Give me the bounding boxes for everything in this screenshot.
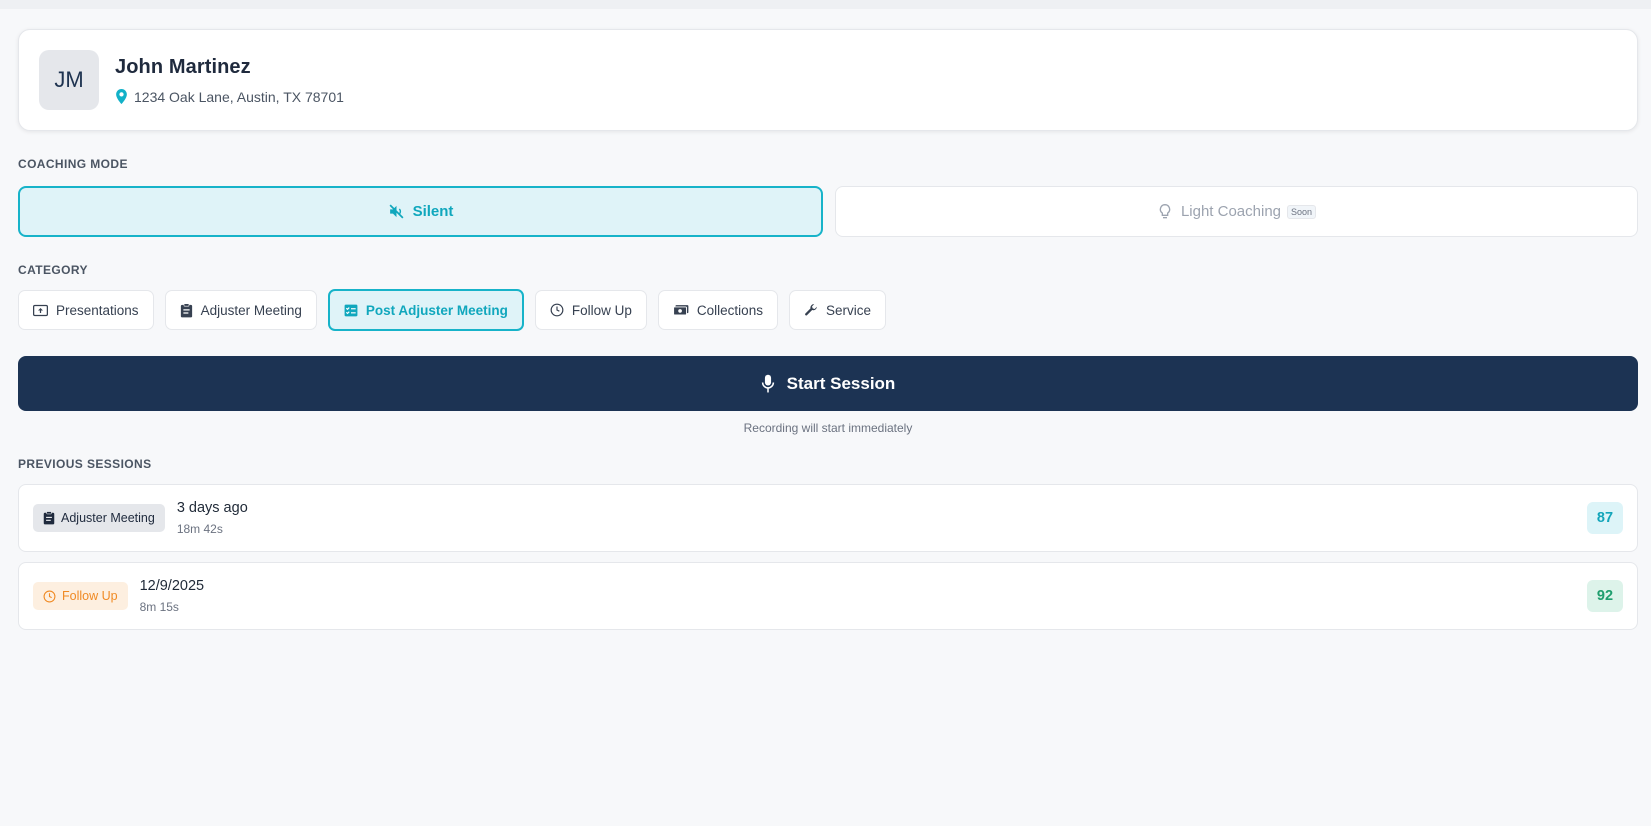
- session-duration: 18m 42s: [176, 522, 223, 536]
- clock-icon: [43, 590, 56, 602]
- session-meta: 3 days ago 18m 42s: [177, 500, 248, 536]
- session-when: 12/9/2025: [139, 578, 205, 594]
- session-category-tag: Follow Up: [33, 582, 128, 610]
- category-label-text: Follow Up: [571, 302, 632, 318]
- top-bar: [0, 0, 1651, 9]
- customer-info: John Martinez 1234 Oak Lane, Austin, TX …: [115, 56, 344, 105]
- coaching-mode-options: Silent Light Coaching Soon: [18, 186, 1638, 237]
- checklist-icon: [344, 304, 358, 316]
- wrench-icon: [805, 304, 817, 316]
- category-post-adjuster-meeting[interactable]: Post Adjuster Meeting: [327, 289, 524, 331]
- customer-card: JM John Martinez 1234 Oak Lane, Austin, …: [18, 29, 1638, 131]
- soon-badge: Soon: [1287, 204, 1317, 219]
- mode-option-label: Light Coaching: [1180, 203, 1282, 220]
- start-session-button[interactable]: Start Session: [18, 356, 1638, 411]
- presentation-icon: [33, 304, 48, 316]
- avatar: JM: [39, 50, 99, 110]
- category-service[interactable]: Service: [788, 290, 886, 330]
- session-score: 92: [1587, 580, 1623, 612]
- mode-option-light-coaching[interactable]: Light Coaching Soon: [835, 186, 1638, 237]
- session-score: 87: [1587, 502, 1623, 534]
- category-adjuster-meeting[interactable]: Adjuster Meeting: [164, 290, 317, 330]
- speaker-muted-icon: [389, 204, 404, 219]
- category-label-text: Service: [825, 302, 871, 318]
- previous-sessions-label: PREVIOUS SESSIONS: [18, 457, 152, 471]
- microphone-icon: [761, 374, 774, 392]
- clock-icon: [550, 303, 564, 317]
- session-setup-panel: JM John Martinez 1234 Oak Lane, Austin, …: [18, 29, 1638, 640]
- category-label-text: Post Adjuster Meeting: [365, 302, 508, 318]
- clipboard-icon: [180, 302, 192, 317]
- category-follow-up[interactable]: Follow Up: [534, 290, 647, 330]
- customer-address-row: 1234 Oak Lane, Austin, TX 78701: [115, 89, 344, 105]
- session-row[interactable]: Follow Up 12/9/2025 8m 15s 92: [18, 562, 1638, 630]
- category-label-text: Collections: [696, 302, 763, 318]
- session-category-label: Adjuster Meeting: [61, 511, 155, 525]
- map-pin-icon: [116, 89, 127, 104]
- session-category-tag: Adjuster Meeting: [33, 504, 165, 532]
- category-label-text: Presentations: [56, 302, 139, 318]
- category-presentations[interactable]: Presentations: [18, 290, 154, 330]
- start-session-label: Start Session: [786, 373, 896, 393]
- lightbulb-icon: [1159, 203, 1171, 218]
- customer-address: 1234 Oak Lane, Austin, TX 78701: [134, 88, 344, 105]
- category-label-text: Adjuster Meeting: [200, 302, 302, 318]
- recording-note: Recording will start immediately: [743, 421, 913, 435]
- customer-name: John Martinez: [115, 55, 251, 78]
- cash-icon: [673, 305, 689, 316]
- mode-option-silent[interactable]: Silent: [18, 186, 823, 237]
- category-label: CATEGORY: [18, 263, 88, 277]
- session-row[interactable]: Adjuster Meeting 3 days ago 18m 42s 87: [18, 484, 1638, 552]
- previous-sessions-list: Adjuster Meeting 3 days ago 18m 42s 87 F…: [18, 484, 1638, 630]
- mode-option-label: Silent: [412, 203, 454, 220]
- session-duration: 8m 15s: [139, 600, 179, 614]
- session-category-label: Follow Up: [62, 589, 118, 603]
- session-when: 3 days ago: [176, 500, 248, 516]
- clipboard-icon: [43, 511, 55, 525]
- session-meta: 12/9/2025 8m 15s: [140, 578, 205, 614]
- category-collections[interactable]: Collections: [657, 290, 778, 330]
- coaching-mode-label: COACHING MODE: [18, 157, 128, 171]
- category-options: Presentations Adjuster Meeting Post Adju…: [18, 289, 1638, 331]
